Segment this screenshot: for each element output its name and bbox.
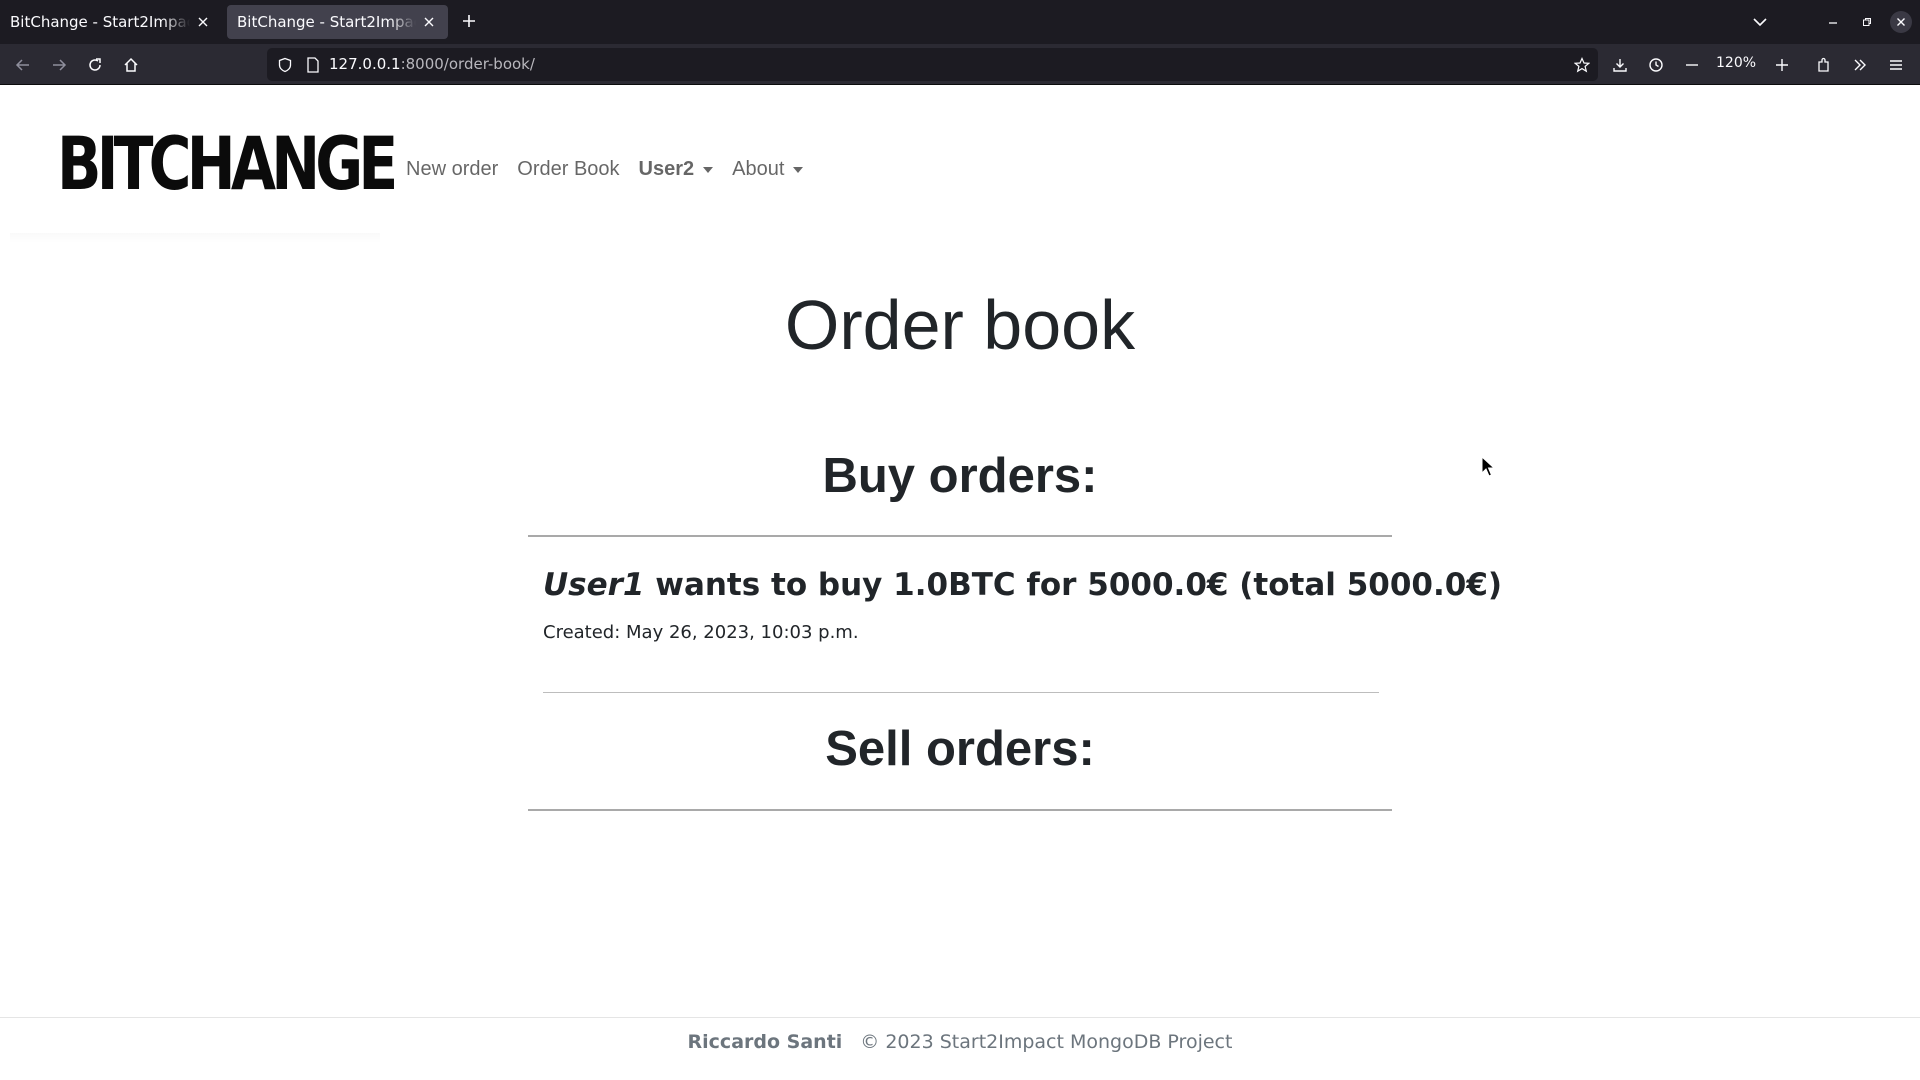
nav-new-order[interactable]: New order [406,158,498,181]
close-tab-icon[interactable] [420,13,438,31]
nav-order-book[interactable]: Order Book [517,158,619,181]
new-tab-icon[interactable] [458,10,480,32]
reload-icon[interactable] [80,50,110,80]
tab-title: BitChange - Start2Impact MongoDB Project [10,13,190,31]
nav-about-label: About [732,158,785,180]
download-icon[interactable] [1605,50,1635,80]
divider [528,535,1392,537]
url-path: :8000/order-book/ [400,55,535,73]
url-text[interactable]: 127.0.0.1:8000/order-book/ [329,55,535,73]
browser-toolbar: 127.0.0.1:8000/order-book/ 120% [0,44,1920,85]
back-icon[interactable] [8,50,38,80]
tab-strip: BitChange - Start2Impact MongoDB Project… [0,0,1920,44]
url-bar[interactable]: 127.0.0.1:8000/order-book/ [267,48,1598,81]
mouse-cursor-icon [1481,456,1495,477]
menu-icon[interactable] [1881,50,1911,80]
browser-tab-active[interactable]: BitChange - Start2Impact MongoDB Project [227,5,448,39]
extensions-icon[interactable] [1809,50,1839,80]
main-menu: New order Order Book User2 About [406,158,822,181]
history-icon[interactable] [1641,50,1671,80]
tab-title: BitChange - Start2Impact MongoDB Project [237,13,416,31]
star-icon[interactable] [1570,53,1594,77]
order-description: wants to buy 1.0BTC for 5000.0€ (total 5… [644,567,1503,603]
order-user: User1 [543,567,645,603]
nav-about-dropdown[interactable]: About [732,158,804,181]
buy-orders-heading: Buy orders: [822,449,1098,503]
zoom-in-icon[interactable] [1767,50,1797,80]
footer-divider [0,1017,1920,1018]
order-divider [543,692,1379,693]
web-page: BITCHANGE New order Order Book User2 Abo… [0,85,1920,1080]
overflow-icon[interactable] [1845,50,1875,80]
footer-author: Riccardo Santi [687,1031,843,1053]
minimize-icon[interactable] [1822,11,1844,33]
caret-down-icon [703,166,714,173]
forward-icon[interactable] [44,50,74,80]
sell-orders-heading: Sell orders: [825,722,1095,776]
brand-shadow [10,233,380,243]
restore-icon[interactable] [1856,11,1878,33]
zoom-level[interactable]: 120% [1716,55,1756,71]
order-created-date: Created: May 26, 2023, 10:03 p.m. [543,622,859,643]
nav-user-dropdown[interactable]: User2 [639,158,714,181]
zoom-out-icon[interactable] [1677,50,1707,80]
list-all-tabs-icon[interactable] [1748,10,1772,34]
page-title: Order book [784,286,1136,364]
close-tab-icon[interactable] [194,13,212,31]
caret-down-icon [793,166,804,173]
url-host: 127.0.0.1 [329,55,401,73]
home-icon[interactable] [116,50,146,80]
footer-copyright: © 2023 Start2Impact MongoDB Project [860,1031,1233,1053]
browser-tab[interactable]: BitChange - Start2Impact MongoDB Project [0,5,222,39]
brand-logo[interactable]: BITCHANGE [57,128,398,201]
page-footer: Riccardo Santi © 2023 Start2Impact MongoD… [0,1031,1920,1053]
site-navbar: BITCHANGE New order Order Book User2 Abo… [0,85,1920,243]
buy-order-item: User1 wants to buy 1.0BTC for 5000.0€ (t… [543,567,1502,603]
shield-icon[interactable] [273,53,297,77]
close-window-icon[interactable] [1890,11,1912,33]
page-icon[interactable] [301,53,325,77]
divider [528,809,1392,811]
nav-user-label: User2 [638,158,695,180]
